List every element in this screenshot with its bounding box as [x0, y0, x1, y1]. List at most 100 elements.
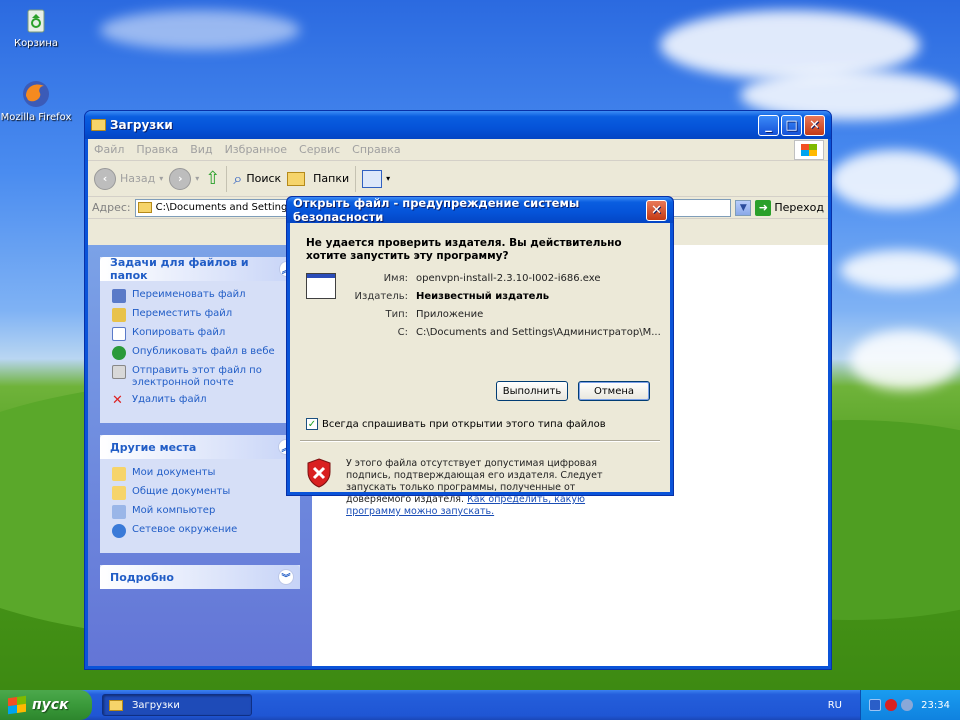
- views-icon: [362, 169, 383, 188]
- address-dropdown-icon[interactable]: ▼: [735, 199, 752, 216]
- other-places-title: Другие места: [110, 440, 197, 454]
- network-icon: [112, 524, 126, 538]
- menu-view[interactable]: Вид: [190, 143, 212, 156]
- forward-button[interactable]: › ▾: [169, 167, 199, 190]
- recycle-bin-label: Корзина: [13, 38, 59, 49]
- place-my-documents[interactable]: Мои документы: [112, 467, 290, 481]
- menu-bar: Файл Правка Вид Избранное Сервис Справка: [88, 139, 828, 161]
- back-arrow-icon: ‹: [94, 167, 116, 190]
- start-button[interactable]: пуск: [0, 690, 92, 720]
- explorer-title-bar[interactable]: Загрузки _ □ ✕: [85, 111, 831, 139]
- place-shared-documents[interactable]: Общие документы: [112, 486, 290, 500]
- dialog-title-bar[interactable]: Открыть файл - предупреждение системы бе…: [287, 196, 673, 224]
- cancel-button[interactable]: Отмена: [578, 381, 650, 401]
- move-icon: [112, 308, 126, 322]
- from-value: C:\Documents and Settings\Администратор\…: [416, 327, 661, 338]
- menu-edit[interactable]: Правка: [136, 143, 178, 156]
- firefox-label: Mozilla Firefox: [0, 112, 72, 123]
- folders-icon: [287, 171, 306, 186]
- folders-label: Папки: [313, 172, 350, 185]
- run-button[interactable]: Выполнить: [496, 381, 568, 401]
- place-network[interactable]: Сетевое окружение: [112, 524, 290, 538]
- name-value: openvpn-install-2.3.10-I002-i686.exe: [416, 273, 601, 284]
- security-shield-icon: [306, 458, 332, 488]
- delete-icon: ✕: [112, 393, 123, 408]
- address-label: Адрес:: [92, 201, 131, 214]
- name-label: Имя:: [383, 273, 408, 284]
- task-publish[interactable]: Опубликовать файл в вебе: [112, 346, 290, 360]
- start-label: пуск: [32, 697, 69, 713]
- firefox-shortcut[interactable]: Mozilla Firefox: [0, 78, 72, 123]
- recycle-bin-shortcut[interactable]: Корзина: [0, 4, 72, 49]
- taskbar-item-downloads[interactable]: Загрузки: [102, 694, 252, 716]
- always-ask-label: Всегда спрашивать при открытии этого тип…: [322, 418, 606, 430]
- go-arrow-icon: ➜: [755, 199, 772, 216]
- taskbar-item-label: Загрузки: [132, 699, 180, 711]
- explorer-title: Загрузки: [110, 118, 173, 132]
- folder-icon: [91, 119, 106, 131]
- task-rename[interactable]: Переименовать файл: [112, 289, 290, 303]
- menu-tools[interactable]: Сервис: [299, 143, 340, 156]
- checkmark-icon: ✓: [306, 418, 318, 430]
- menu-help[interactable]: Справка: [352, 143, 400, 156]
- search-icon: ⌕: [233, 168, 243, 188]
- minimize-button[interactable]: _: [758, 114, 779, 136]
- security-alert-icon[interactable]: [885, 699, 897, 711]
- firefox-icon: [20, 78, 52, 110]
- up-button[interactable]: ⇧: [205, 168, 220, 189]
- folder-icon: [112, 486, 126, 500]
- details-header[interactable]: Подробно ︾: [100, 565, 300, 589]
- task-delete[interactable]: ✕ Удалить файл: [112, 394, 290, 408]
- system-tray: 23:34: [860, 690, 960, 720]
- toolbar: ‹ Назад ▾ › ▾ ⇧ ⌕ Поиск Папки ▾: [88, 161, 828, 197]
- task-email[interactable]: Отправить этот файл по электронной почте: [112, 365, 290, 389]
- dialog-close-button[interactable]: ✕: [646, 199, 667, 221]
- task-move[interactable]: Переместить файл: [112, 308, 290, 322]
- language-indicator[interactable]: RU: [828, 700, 842, 711]
- search-label: Поиск: [246, 172, 282, 185]
- dialog-divider: [300, 440, 660, 442]
- details-panel: Подробно ︾: [100, 565, 300, 589]
- menu-favorites[interactable]: Избранное: [225, 143, 287, 156]
- menu-file[interactable]: Файл: [94, 143, 124, 156]
- type-label: Тип:: [385, 309, 408, 320]
- type-value: Приложение: [416, 309, 484, 320]
- security-warning-dialog: Открыть файл - предупреждение системы бе…: [286, 196, 674, 517]
- copy-icon: [112, 327, 126, 341]
- windows-flag-icon: [8, 695, 26, 715]
- close-button[interactable]: ✕: [804, 114, 825, 136]
- rename-icon: [112, 289, 126, 303]
- expand-icon[interactable]: ︾: [278, 569, 294, 585]
- search-button[interactable]: ⌕ Поиск: [233, 169, 281, 189]
- recycle-bin-icon: [20, 4, 52, 36]
- globe-icon: [112, 346, 126, 360]
- dialog-title: Открыть файл - предупреждение системы бе…: [293, 196, 580, 224]
- computer-icon: [112, 505, 126, 519]
- place-my-computer[interactable]: Мой компьютер: [112, 505, 290, 519]
- views-button[interactable]: ▾: [362, 169, 390, 188]
- task-copy[interactable]: Копировать файл: [112, 327, 290, 341]
- dialog-question: Не удается проверить издателя. Вы действ…: [306, 237, 622, 262]
- back-button[interactable]: ‹ Назад ▾: [94, 167, 163, 190]
- network-icon[interactable]: [869, 699, 881, 711]
- volume-icon[interactable]: [901, 699, 913, 711]
- go-label: Переход: [774, 201, 824, 214]
- folder-icon: [109, 699, 123, 711]
- details-title: Подробно: [110, 570, 174, 584]
- other-places-panel: Другие места ︽ Мои документы Общие докум…: [100, 435, 300, 553]
- email-icon: [112, 365, 126, 379]
- other-places-header[interactable]: Другие места ︽: [100, 435, 300, 459]
- from-label: С:: [397, 327, 408, 338]
- maximize-button[interactable]: □: [781, 114, 802, 136]
- application-icon: [306, 273, 336, 299]
- folders-button[interactable]: Папки: [287, 171, 350, 186]
- file-tasks-header[interactable]: Задачи для файлов и папок ︽: [100, 256, 300, 282]
- forward-arrow-icon: ›: [169, 167, 192, 190]
- go-button[interactable]: ➜ Переход: [755, 199, 824, 216]
- publisher-value: Неизвестный издатель: [416, 291, 550, 302]
- windows-logo-icon: [794, 140, 824, 160]
- file-tasks-title: Задачи для файлов и папок: [110, 256, 249, 282]
- folder-icon: [137, 202, 152, 213]
- always-ask-checkbox[interactable]: ✓ Всегда спрашивать при открытии этого т…: [306, 418, 606, 430]
- publisher-label: Издатель:: [354, 291, 408, 302]
